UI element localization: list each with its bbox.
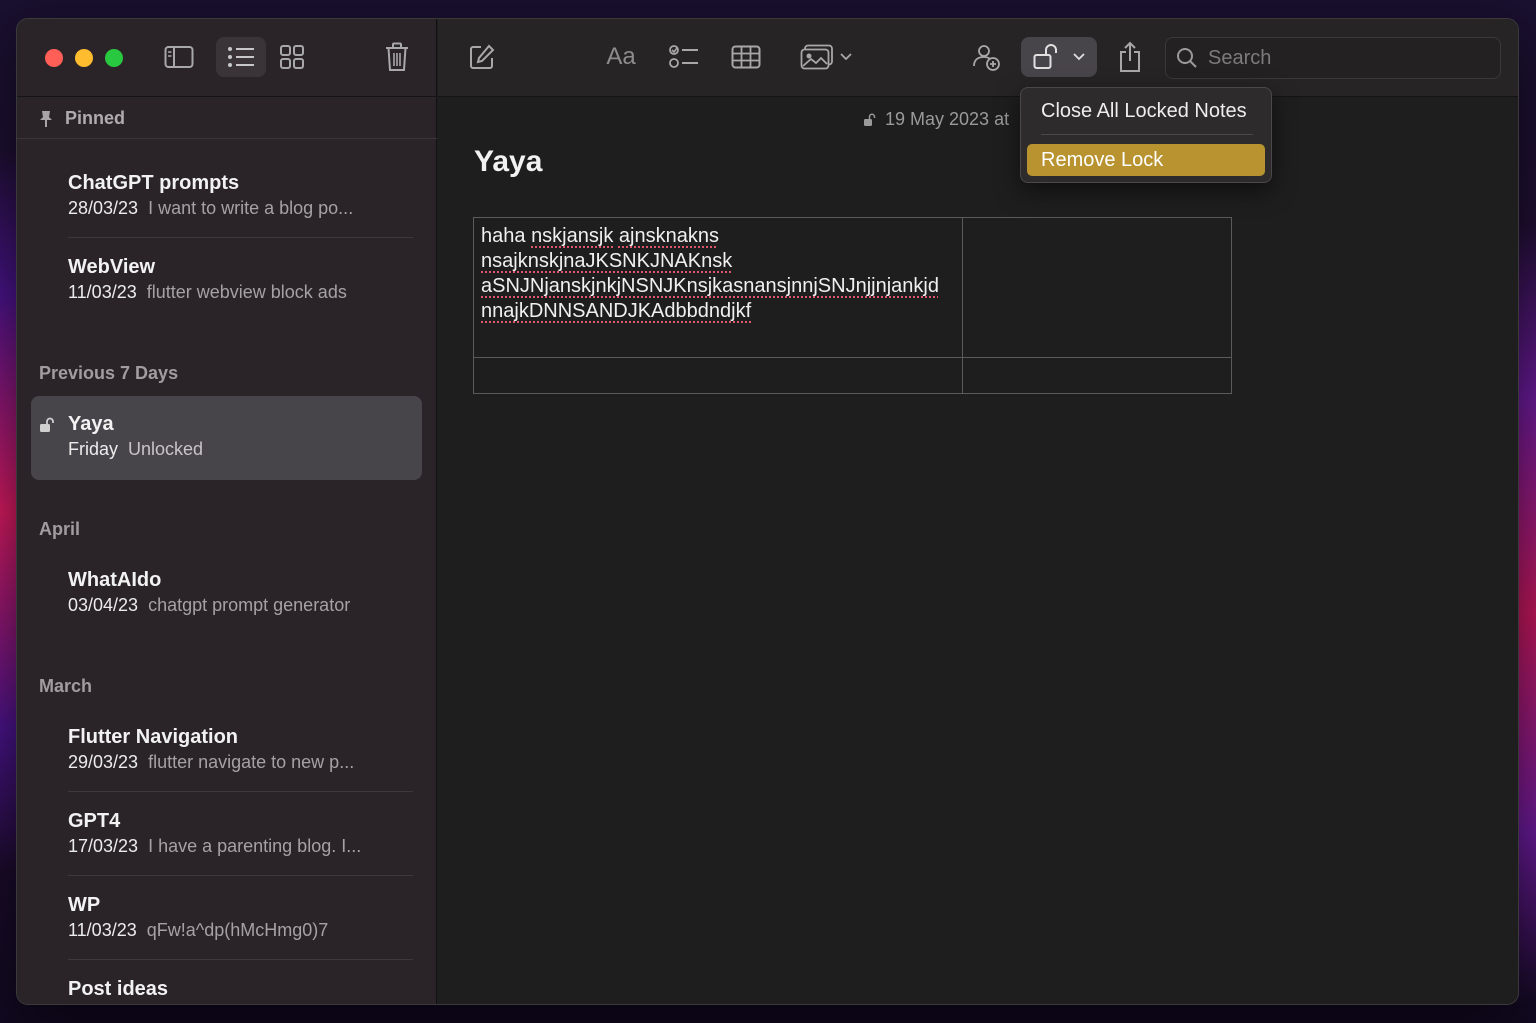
- note-item-post-ideas[interactable]: Post ideas: [68, 978, 413, 1001]
- table-button[interactable]: [726, 37, 766, 77]
- collaborate-button[interactable]: [964, 37, 1008, 77]
- pinned-label: Pinned: [65, 108, 126, 128]
- table-icon: [731, 45, 761, 69]
- trash-icon: [386, 42, 408, 71]
- new-note-button[interactable]: [460, 37, 504, 77]
- table-cell[interactable]: haha nskjansjk ajnsknakns nsajknskjnaJKS…: [473, 217, 963, 358]
- gallery-view-button[interactable]: [269, 37, 315, 77]
- note-date: 11/03/23: [68, 282, 137, 302]
- editor-area: Aa Search 19 May 2023 at Yaya haha nskja…: [438, 19, 1518, 1004]
- note-item-chatgpt-prompts[interactable]: ChatGPT prompts 28/03/23 I want to write …: [68, 172, 413, 219]
- delete-note-button[interactable]: [375, 37, 419, 77]
- cell-line: nnajkDNNSANDJKAdbbdndjkf: [481, 300, 752, 322]
- lock-button[interactable]: [1021, 37, 1097, 77]
- grid-icon: [280, 45, 304, 69]
- note-item-wp[interactable]: WP 11/03/23 qFw!a^dp(hMcHmg0)7: [68, 894, 413, 941]
- note-date: Friday: [68, 439, 119, 459]
- minimize-window-button[interactable]: [75, 49, 93, 67]
- note-date: 03/04/23: [68, 595, 139, 615]
- note-title-heading[interactable]: Yaya: [474, 145, 542, 179]
- chevron-down-icon: [840, 53, 852, 61]
- compose-icon: [470, 44, 495, 69]
- note-date: 11/03/23: [68, 920, 137, 940]
- unlocked-lock-icon: [864, 113, 876, 126]
- note-preview: I have a parenting blog. I...: [148, 836, 362, 856]
- note-title: Post ideas: [68, 978, 169, 1000]
- divider: [68, 237, 413, 238]
- section-april: April: [39, 519, 81, 539]
- sidebar-toolbar: [17, 19, 437, 97]
- menu-item-close-all-locked-notes[interactable]: Close All Locked Notes: [1027, 95, 1265, 127]
- note-preview: chatgpt prompt generator: [148, 595, 351, 615]
- note-date-header: 19 May 2023 at: [863, 109, 1009, 130]
- notes-window: Pinned ChatGPT prompts 28/03/23 I want to…: [16, 18, 1519, 1005]
- cell-line: nsajknskjnaJKSNKJNAKnsk: [481, 250, 733, 272]
- unlocked-lock-icon: [1033, 44, 1057, 69]
- note-preview: I want to write a blog po...: [148, 198, 354, 218]
- menu-item-remove-lock[interactable]: Remove Lock: [1027, 144, 1265, 176]
- divider: [68, 959, 413, 960]
- checklist-button[interactable]: [664, 37, 704, 77]
- divider: [68, 875, 413, 876]
- note-title: WhatAIdo: [68, 569, 162, 591]
- note-item-whataido[interactable]: WhatAIdo 03/04/23 chatgpt prompt generato…: [68, 569, 413, 616]
- table-cell[interactable]: [473, 357, 963, 394]
- sidebar-icon: [164, 46, 194, 68]
- note-date: 17/03/23: [68, 836, 139, 856]
- menu-divider: [1041, 134, 1253, 135]
- format-button[interactable]: Aa: [601, 37, 641, 77]
- table-cell[interactable]: [962, 357, 1232, 394]
- divider: [68, 791, 413, 792]
- note-preview: flutter navigate to new p...: [148, 752, 355, 772]
- photo-icon: [800, 44, 833, 70]
- note-preview: Unlocked: [128, 439, 204, 459]
- list-view-button[interactable]: [216, 37, 266, 77]
- share-button[interactable]: [1108, 37, 1152, 77]
- unlocked-lock-icon: [40, 417, 54, 432]
- note-title: Yaya: [68, 413, 114, 435]
- pinned-section-header: Pinned: [17, 99, 437, 139]
- note-title: Flutter Navigation: [68, 726, 239, 748]
- toggle-sidebar-button[interactable]: [155, 37, 203, 77]
- note-item-webview[interactable]: WebView 11/03/23 flutter webview block ad…: [68, 256, 413, 303]
- note-date: 28/03/23: [68, 198, 139, 218]
- note-item-gpt4[interactable]: GPT4 17/03/23 I have a parenting blog. I.…: [68, 810, 413, 857]
- search-icon: [1177, 48, 1197, 68]
- note-date-text: 19 May 2023 at: [885, 109, 1010, 129]
- close-window-button[interactable]: [45, 49, 63, 67]
- pin-icon: [40, 110, 52, 127]
- note-title: WP: [68, 894, 101, 916]
- note-title: ChatGPT prompts: [68, 172, 240, 194]
- cell-line: haha nskjansjk ajnsknakns: [481, 225, 719, 247]
- note-preview: flutter webview block ads: [146, 282, 347, 302]
- checklist-icon: [669, 45, 698, 68]
- search-placeholder: Search: [1208, 46, 1272, 69]
- note-title: WebView: [68, 256, 156, 278]
- note-table[interactable]: haha nskjansjk ajnsknakns nsajknskjnaJKS…: [473, 217, 1232, 394]
- collaborate-icon: [973, 45, 1000, 71]
- note-preview: qFw!a^dp(hMcHmg0)7: [146, 920, 329, 940]
- editor-toolbar: Aa Search: [438, 19, 1518, 97]
- note-item-yaya-content: Yaya Friday Unlocked: [68, 413, 413, 460]
- chevron-down-icon: [1073, 53, 1085, 61]
- lock-menu: Close All Locked Notes Remove Lock: [1020, 87, 1272, 183]
- section-march: March: [39, 676, 93, 696]
- cell-line: aSNJNjanskjnkjNSNJKnsjkasnansjnnjSNJnjjn…: [481, 275, 939, 297]
- search-field[interactable]: Search: [1165, 37, 1501, 79]
- section-previous-7-days: Previous 7 Days: [39, 363, 179, 383]
- note-title: GPT4: [68, 810, 121, 832]
- maximize-window-button[interactable]: [105, 49, 123, 67]
- table-cell[interactable]: [962, 217, 1232, 358]
- share-icon: [1120, 41, 1140, 72]
- note-item-flutter-navigation[interactable]: Flutter Navigation 29/03/23 flutter navig…: [68, 726, 413, 773]
- sidebar: Pinned ChatGPT prompts 28/03/23 I want to…: [17, 19, 437, 1004]
- note-date: 29/03/23: [68, 752, 139, 772]
- list-icon: [228, 47, 254, 67]
- media-button[interactable]: [794, 37, 858, 77]
